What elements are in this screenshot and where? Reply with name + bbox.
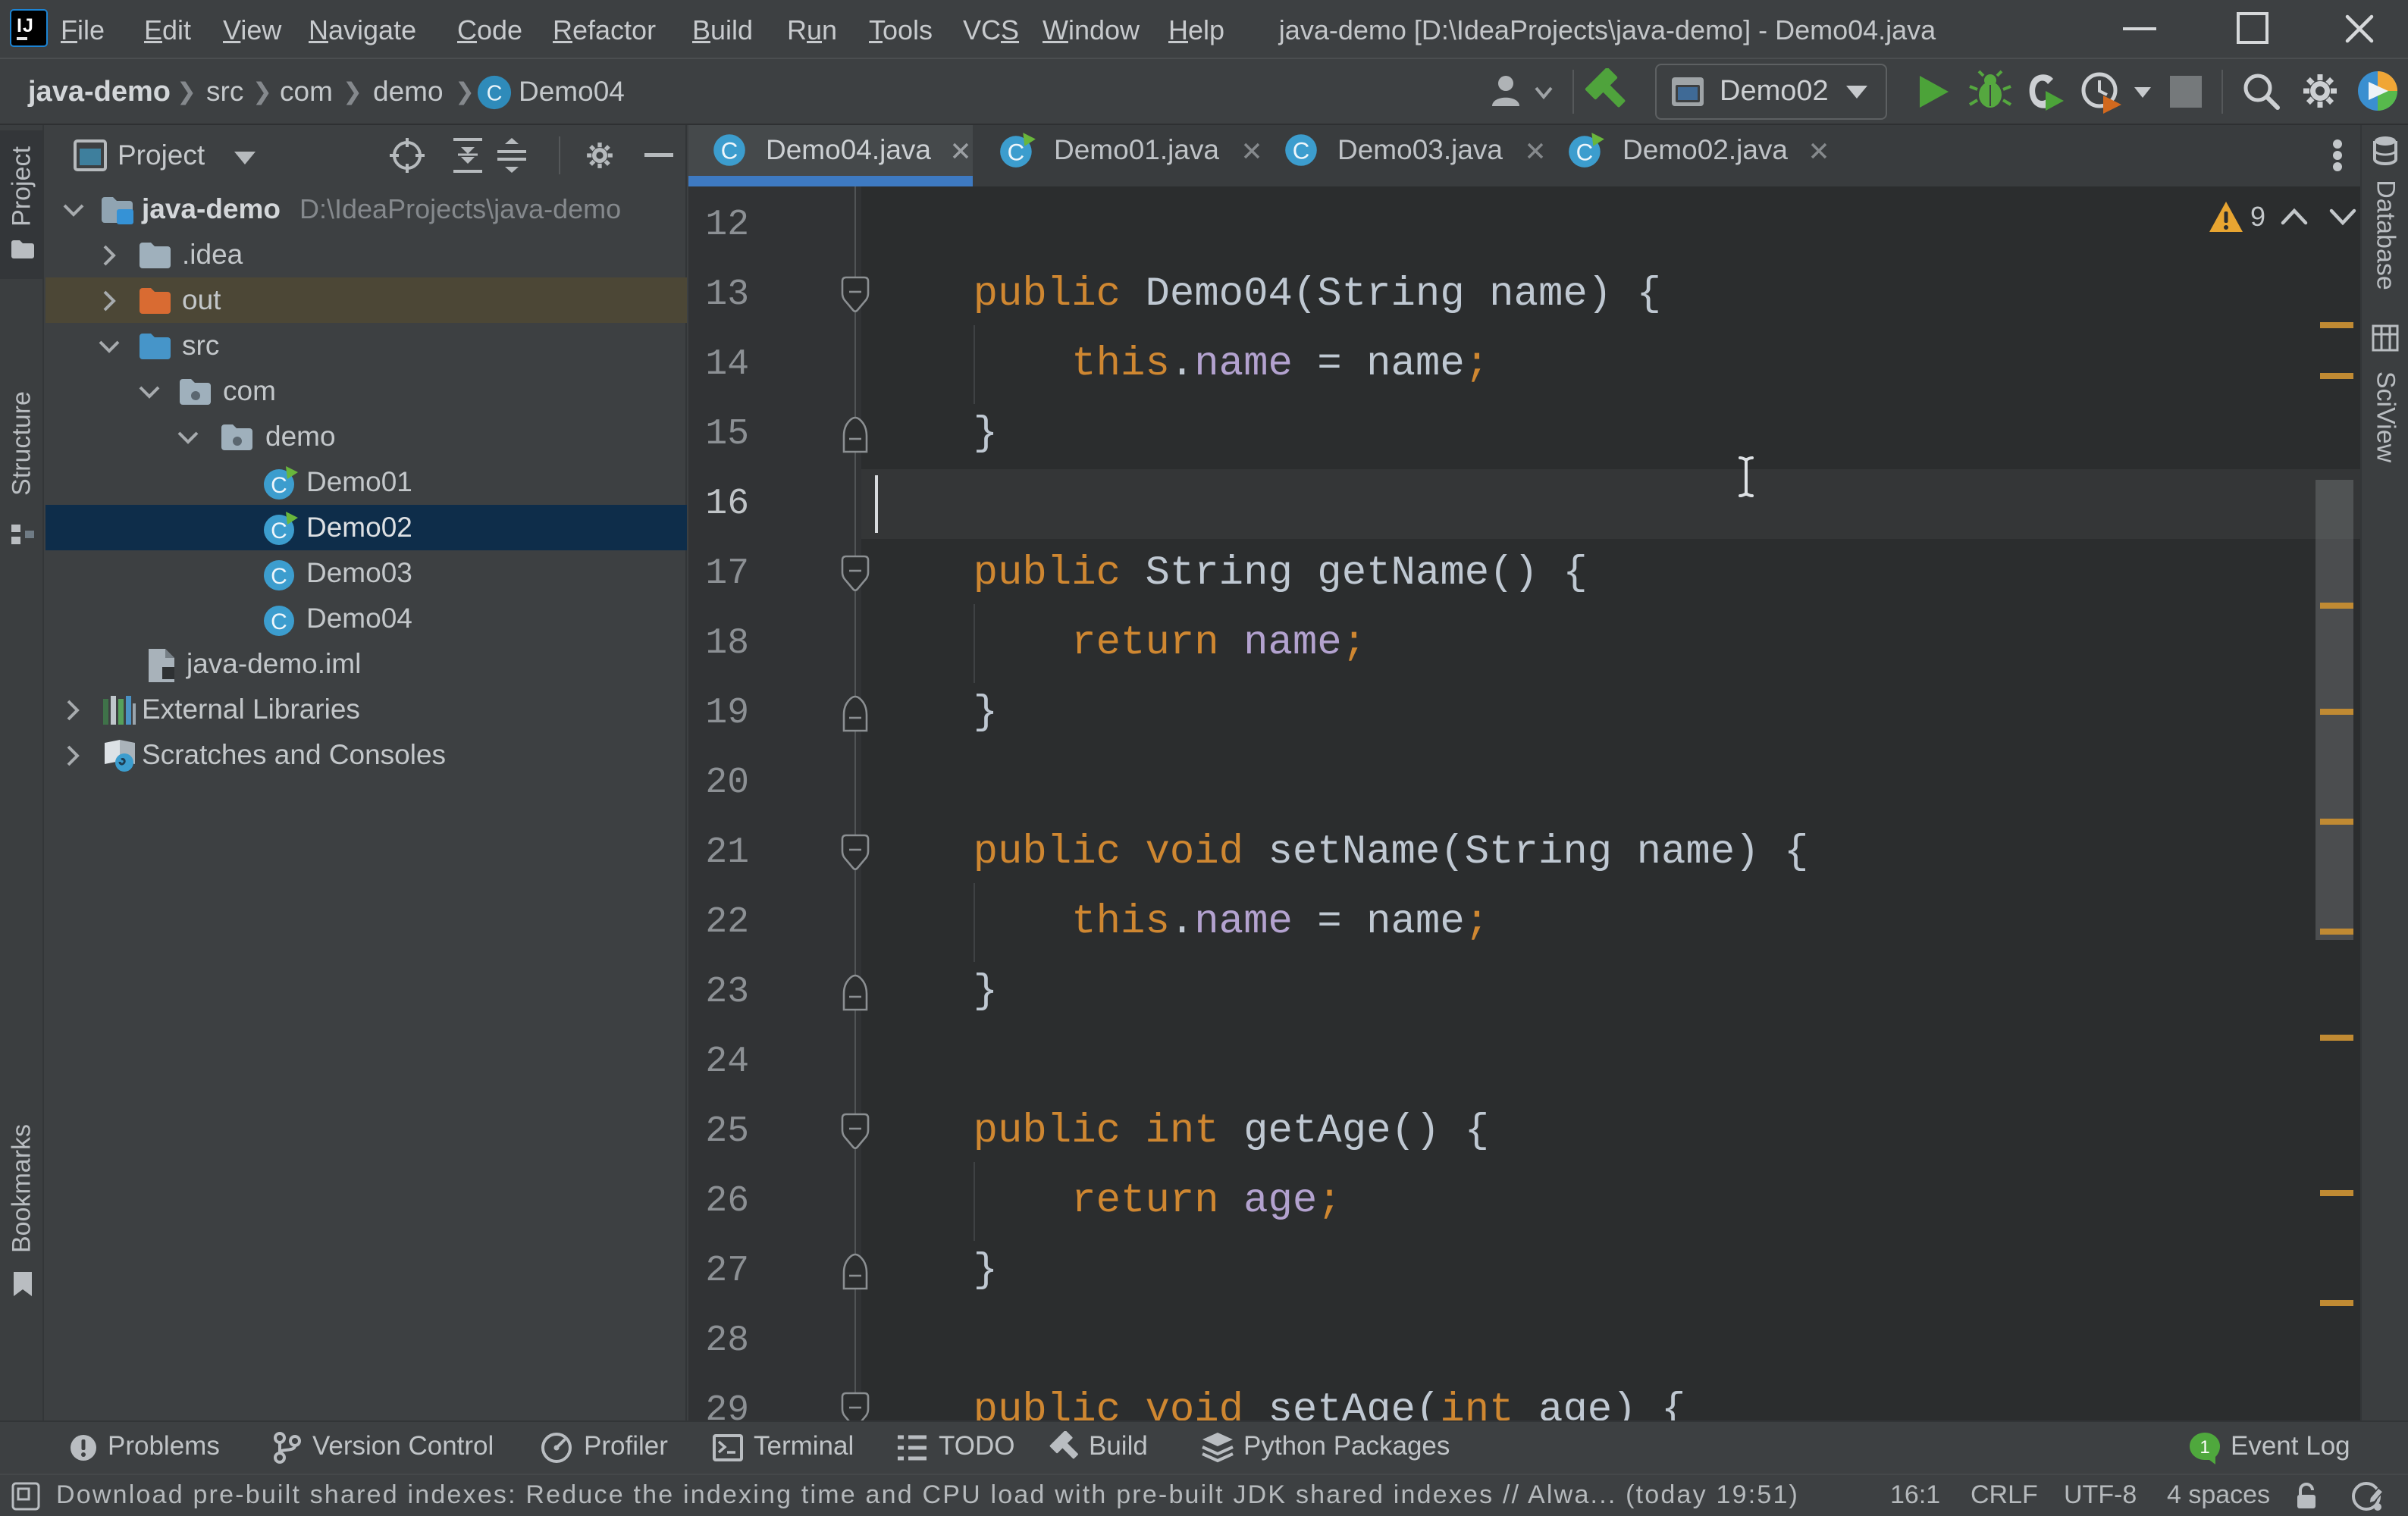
svg-text:C: C (487, 82, 503, 106)
svg-text:C: C (271, 564, 287, 589)
svg-text:C: C (1293, 137, 1310, 164)
svg-text:C: C (1576, 139, 1594, 166)
svg-text:1: 1 (2199, 1437, 2209, 1458)
svg-text:C: C (721, 137, 738, 164)
svg-text:C: C (1008, 139, 1025, 166)
svg-text:C: C (271, 609, 287, 634)
svg-text:C: C (271, 518, 287, 543)
svg-text:C: C (271, 473, 287, 498)
